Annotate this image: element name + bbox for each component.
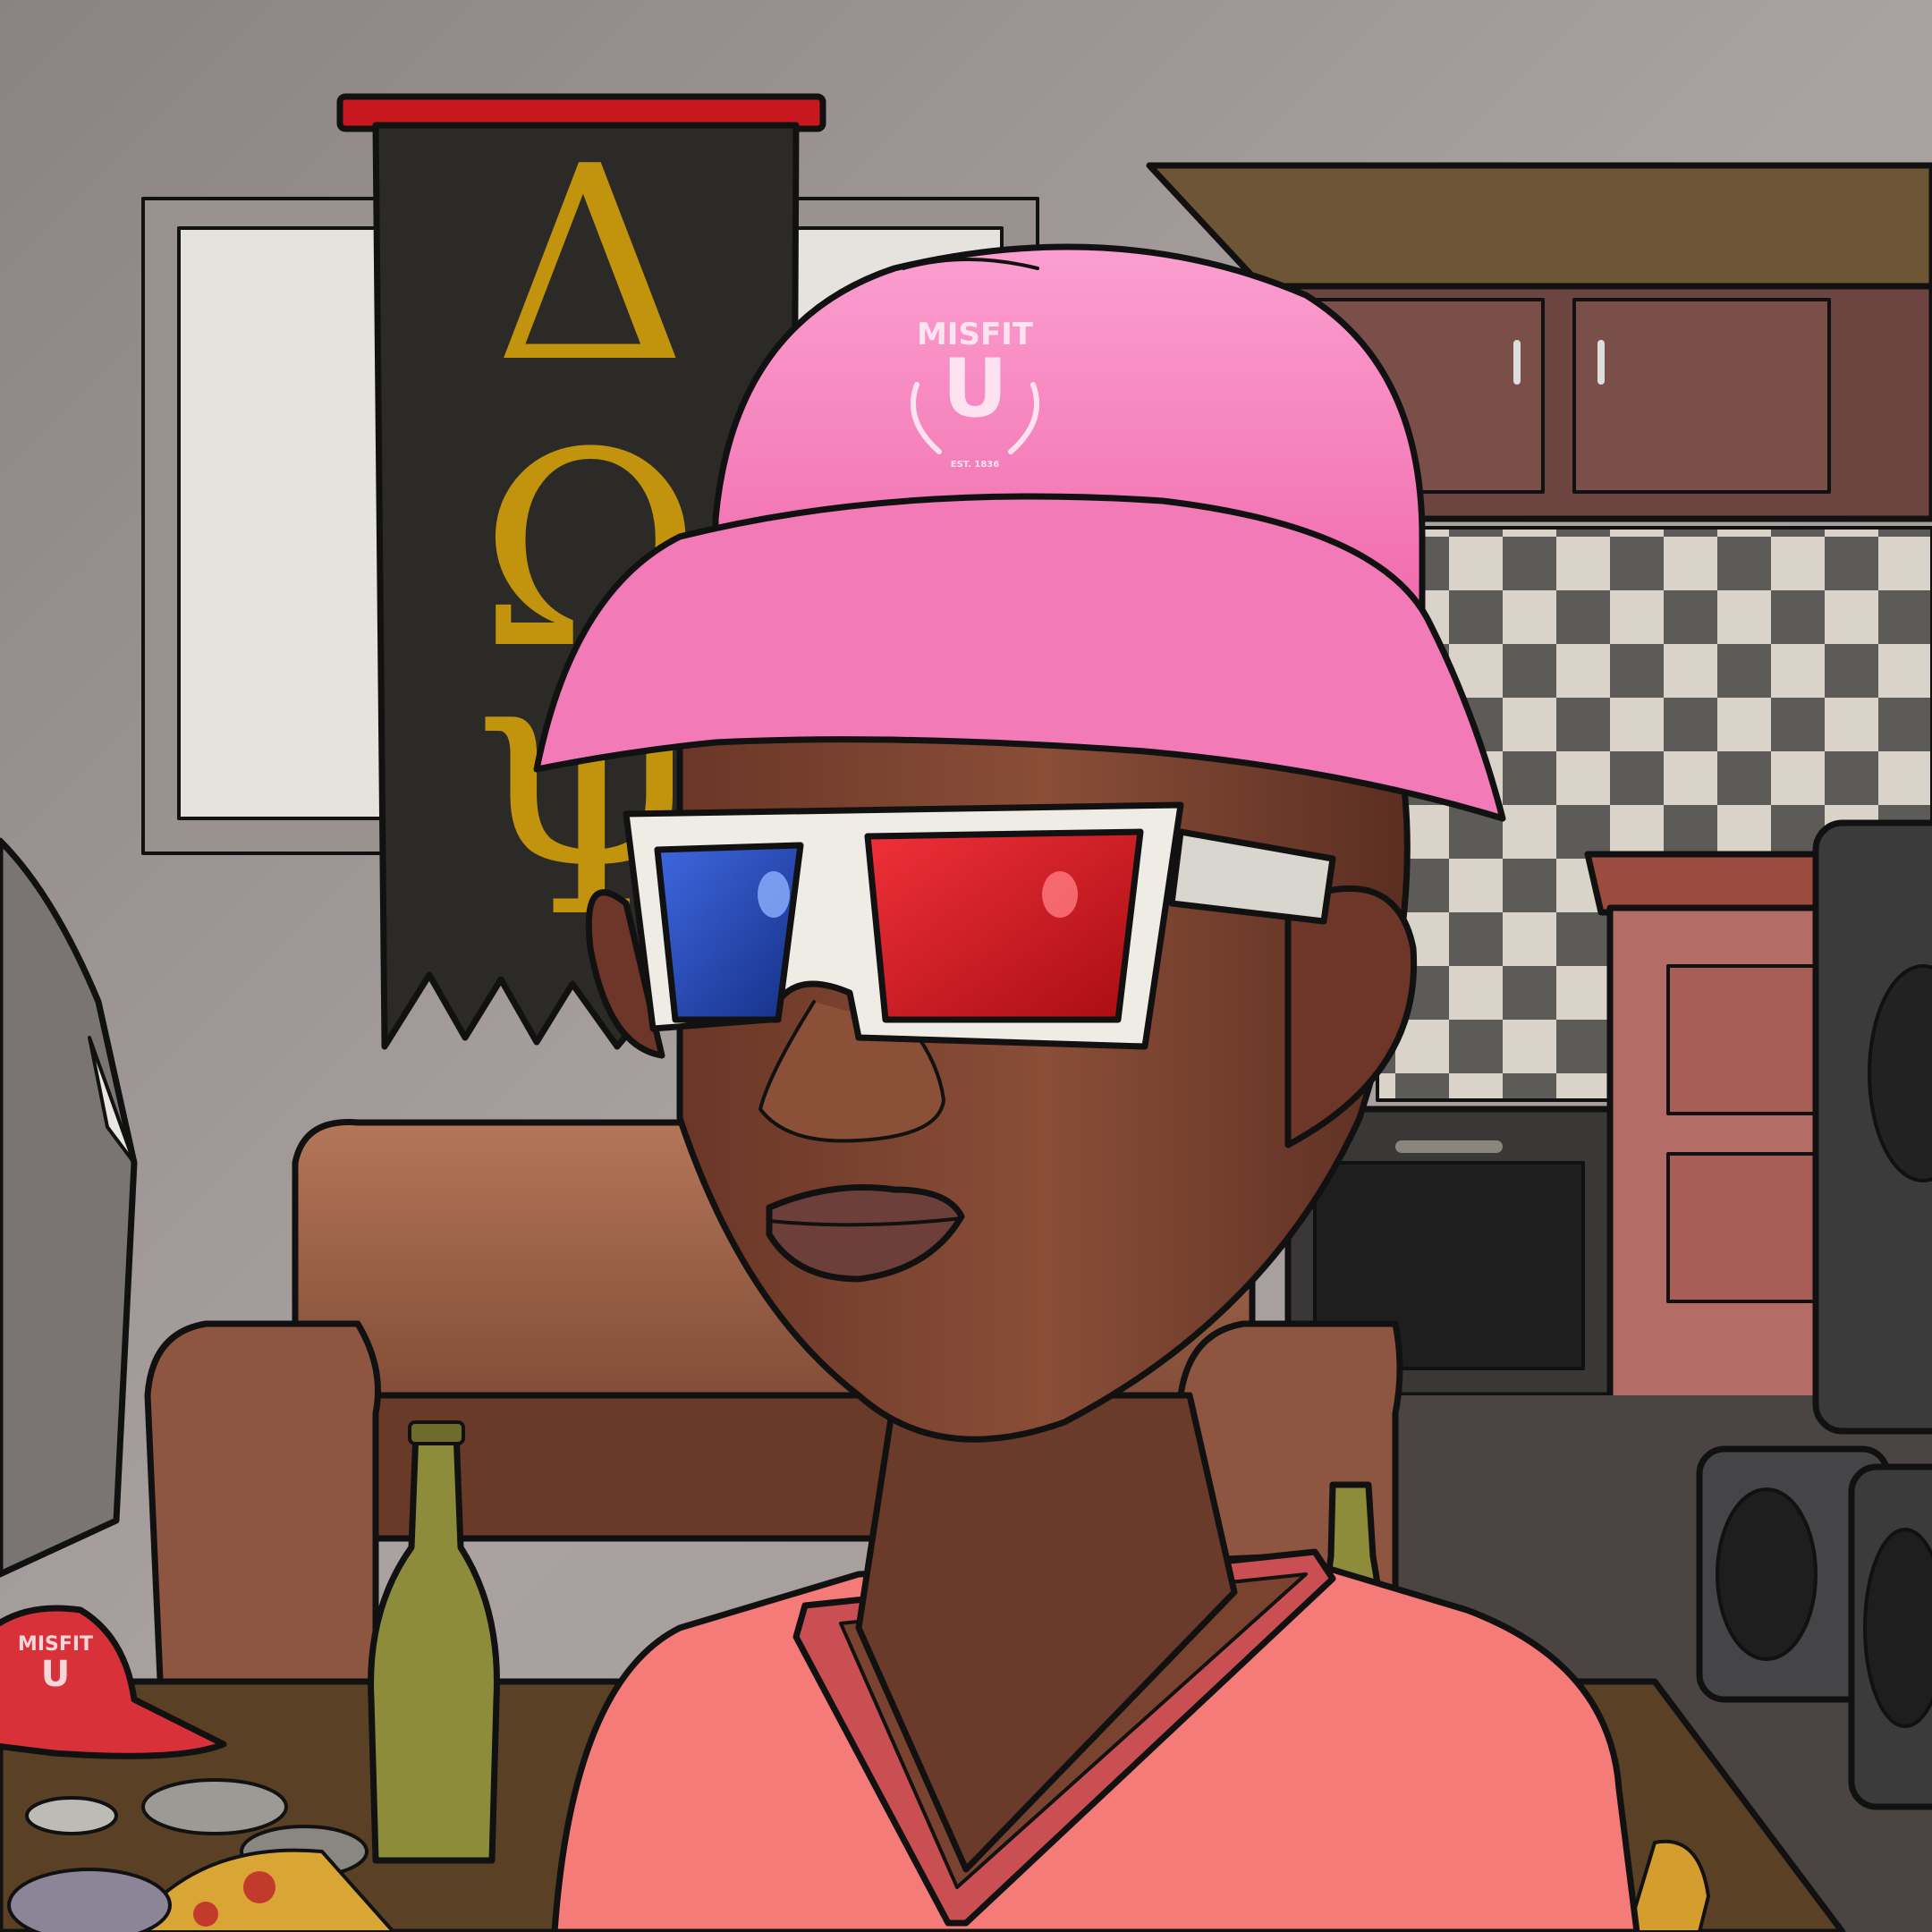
cap-logo-letter: U [942,342,1007,436]
cap-logo-est: EST. 1836 [951,460,999,470]
table-cap-logo-top: MISFIT [18,1633,93,1656]
red-lens [864,828,1144,1023]
pfp-illustration: Δ Ω Ψ MISFIT U MISFIT U EST. 1836 [0,0,1932,1932]
banner-letter-delta: Δ [494,109,688,421]
blue-lens [654,842,804,1023]
table-cap-logo-letter: U [41,1654,70,1695]
